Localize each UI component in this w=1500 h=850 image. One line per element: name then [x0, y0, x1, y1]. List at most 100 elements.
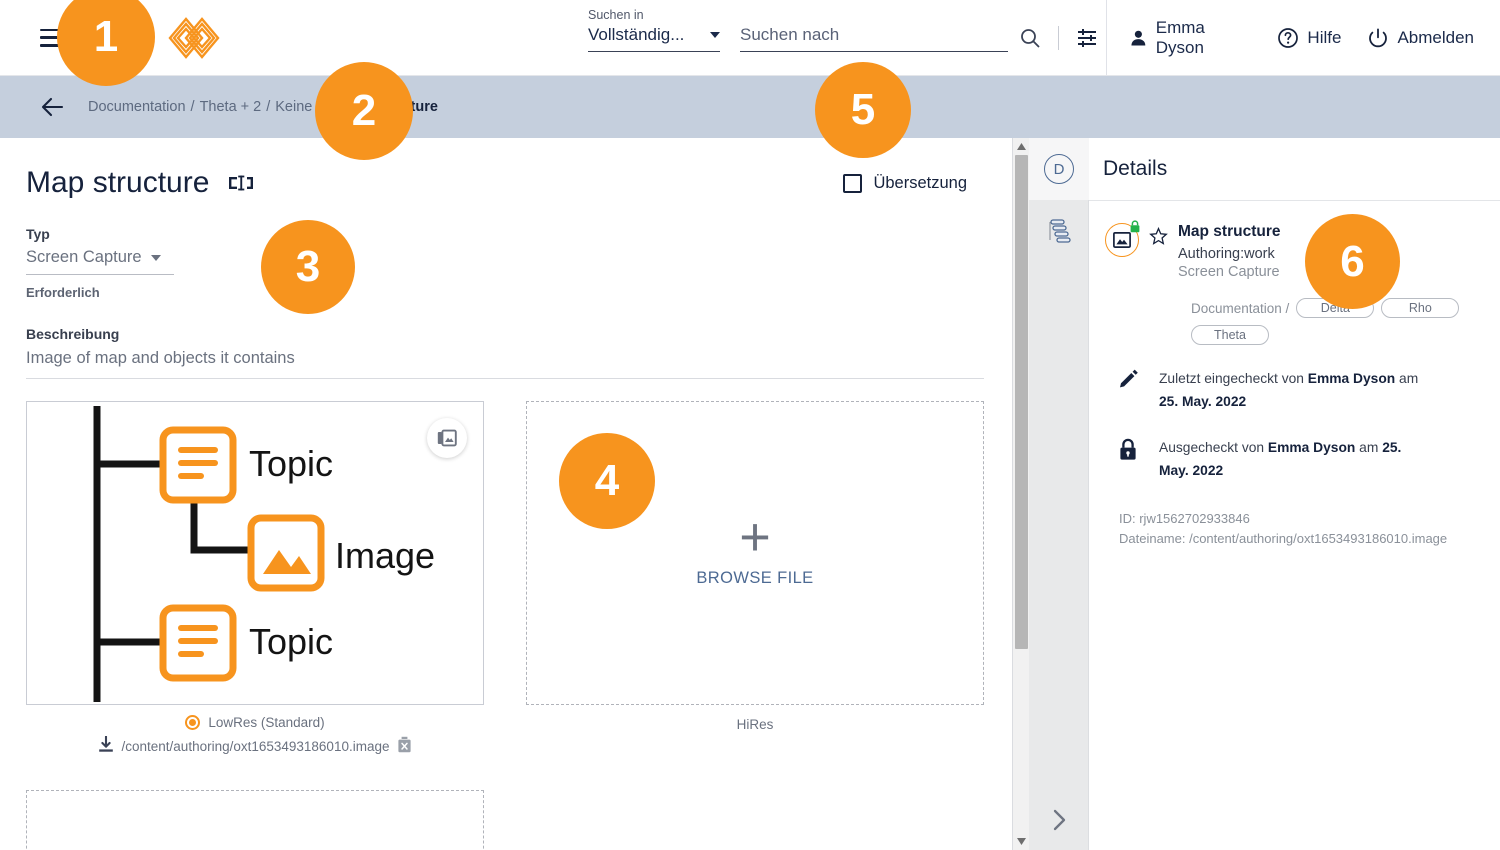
search-scope-value: Vollständig...: [588, 25, 685, 44]
lowres-radio[interactable]: [185, 715, 201, 730]
details-path-prefix: Documentation /: [1191, 300, 1290, 316]
tag-rho[interactable]: Rho: [1381, 298, 1460, 318]
svg-text:Topic: Topic: [249, 621, 333, 662]
step-badge-6: 6: [1305, 214, 1400, 309]
search-actions: [1010, 20, 1107, 56]
star-outline-icon[interactable]: [1149, 226, 1168, 251]
file-path-row: /content/authoring/oxt1653493186010.imag…: [26, 735, 484, 756]
evt1-prefix: Ausgecheckt von: [1159, 439, 1268, 455]
evt0-prefix: Zuletzt eingecheckt von: [1159, 371, 1308, 386]
header-divider: [1058, 26, 1059, 50]
hierarchy-icon: [1049, 219, 1071, 243]
translation-label: Übersetzung: [873, 174, 967, 192]
help-icon: [1278, 27, 1299, 48]
lowres-resolution-row[interactable]: LowRes (Standard): [26, 715, 484, 730]
details-item-type: Screen Capture: [1178, 264, 1280, 280]
lowres-asset-block: Topic Image Topic LowRes (Standard) /con…: [26, 401, 484, 756]
required-hint: Erforderlich: [26, 285, 100, 300]
step-badge-4: 4: [559, 433, 655, 529]
breadcrumb-bar: Documentation / Theta + 2 / Keine K Map …: [0, 76, 1500, 204]
scrollbar-thumb[interactable]: [1015, 155, 1028, 649]
main-scrollbar[interactable]: [1012, 138, 1029, 850]
breadcrumb-item-root[interactable]: Documentation: [88, 99, 186, 115]
breadcrumb-item-level2[interactable]: Theta + 2: [200, 99, 262, 115]
details-tag-row: Documentation / Delta Rho Theta: [1105, 298, 1484, 345]
lowres-label: LowRes (Standard): [208, 715, 325, 730]
translation-checkbox[interactable]: [843, 174, 863, 193]
scroll-down-arrow[interactable]: [1013, 833, 1030, 850]
hires-caption: HiRes: [736, 717, 774, 732]
green-lock-icon: [1129, 220, 1141, 233]
checked-out-event: Ausgecheckt von Emma Dyson am 25. May. 2…: [1105, 436, 1484, 483]
main-content: Map structure Übersetzung Typ Screen Cap…: [0, 138, 1012, 850]
breadcrumb-separator: /: [190, 99, 195, 115]
image-preview[interactable]: Topic Image Topic: [26, 401, 484, 705]
help-button[interactable]: Hilfe: [1277, 27, 1341, 49]
browse-file-button[interactable]: BROWSE FILE: [696, 569, 813, 588]
user-actions: Emma Dyson Hilfe Abmelden: [1106, 0, 1500, 75]
chevron-right-icon[interactable]: [1029, 808, 1089, 832]
details-title: Details: [1103, 157, 1168, 180]
details-item-workspace: Authoring:work: [1178, 246, 1275, 262]
delete-image-icon[interactable]: [397, 736, 412, 756]
type-label: Typ: [26, 226, 50, 242]
scroll-up-arrow[interactable]: [1013, 138, 1030, 155]
details-tab[interactable]: D: [1029, 138, 1089, 200]
text-cursor-edit-icon[interactable]: [227, 173, 255, 193]
description-field: Beschreibung Image of map and objects it…: [26, 326, 1012, 379]
checked-out-text: Ausgecheckt von Emma Dyson am 25. May. 2…: [1159, 436, 1429, 483]
search-area: Suchen in Vollständig... Suchen nach: [588, 8, 1008, 52]
user-account[interactable]: Emma Dyson: [1129, 18, 1251, 58]
translation-checkbox-row[interactable]: Übersetzung: [843, 174, 967, 193]
search-input[interactable]: Suchen nach: [740, 25, 1008, 52]
user-name: Emma Dyson: [1155, 17, 1205, 57]
type-select[interactable]: Screen Capture: [26, 248, 174, 275]
search-scope-select[interactable]: Suchen in Vollständig...: [588, 8, 720, 52]
search-icon[interactable]: [1010, 20, 1050, 56]
help-label: Hilfe: [1307, 27, 1342, 47]
page-title: Map structure: [26, 166, 210, 199]
evt0-date: 25. May. 2022: [1159, 394, 1247, 410]
evt0-mid: am: [1395, 371, 1419, 386]
step-badge-2: 2: [315, 62, 413, 160]
type-value: Screen Capture: [26, 248, 142, 266]
type-field: Typ Screen Capture Erforderlich: [26, 226, 1012, 300]
pencil-icon: [1115, 367, 1141, 414]
svg-text:Topic: Topic: [249, 443, 333, 484]
details-meta: ID: rjw1562702933846 Dateiname: /content…: [1105, 509, 1484, 549]
logout-button[interactable]: Abmelden: [1367, 27, 1474, 49]
hierarchy-tab[interactable]: [1029, 200, 1089, 262]
details-id: ID: rjw1562702933846: [1119, 510, 1250, 526]
logout-label: Abmelden: [1397, 27, 1474, 47]
details-panel: Details Map structure Authoring:work Scr…: [1089, 138, 1500, 850]
evt1-user: Emma Dyson: [1267, 439, 1356, 455]
details-filename: Dateiname: /content/authoring/oxt1653493…: [1119, 530, 1448, 546]
step-badge-3: 3: [261, 220, 355, 314]
map-structure-diagram: Topic Image Topic: [93, 406, 435, 702]
details-item-texts: Map structure Authoring:work Screen Capt…: [1178, 223, 1281, 280]
secondary-dropzone[interactable]: [26, 790, 484, 850]
plus-icon: +: [739, 506, 771, 567]
download-icon[interactable]: [98, 735, 114, 756]
last-checkin-text: Zuletzt eingecheckt von Emma Dyson am 25…: [1159, 367, 1429, 414]
search-scope-value-row[interactable]: Vollständig...: [588, 25, 720, 52]
last-checkin-event: Zuletzt eingecheckt von Emma Dyson am 25…: [1105, 367, 1484, 414]
file-path: /content/authoring/oxt1653493186010.imag…: [121, 738, 390, 754]
right-panel-tabstrip: D: [1029, 138, 1089, 850]
filter-settings-icon[interactable]: [1067, 20, 1107, 56]
svg-text:Image: Image: [335, 535, 435, 576]
breadcrumb-separator-2: /: [266, 99, 271, 115]
search-scope-label: Suchen in: [588, 8, 644, 22]
tag-theta[interactable]: Theta: [1191, 325, 1269, 345]
details-tab-label: D: [1044, 154, 1074, 184]
description-input[interactable]: Image of map and objects it contains: [26, 349, 984, 379]
image-asset-icon: [1105, 220, 1141, 257]
image-collection-icon[interactable]: [427, 418, 467, 458]
details-body: Map structure Authoring:work Screen Capt…: [1089, 201, 1500, 549]
app-header: Suchen in Vollständig... Suchen nach Emm…: [0, 0, 1500, 76]
chevron-down-icon: [710, 32, 720, 38]
evt0-user: Emma Dyson: [1307, 371, 1396, 386]
back-arrow-icon[interactable]: [40, 94, 66, 120]
brand-logo-icon[interactable]: [152, 16, 236, 60]
details-item-name: Map structure: [1178, 223, 1281, 240]
